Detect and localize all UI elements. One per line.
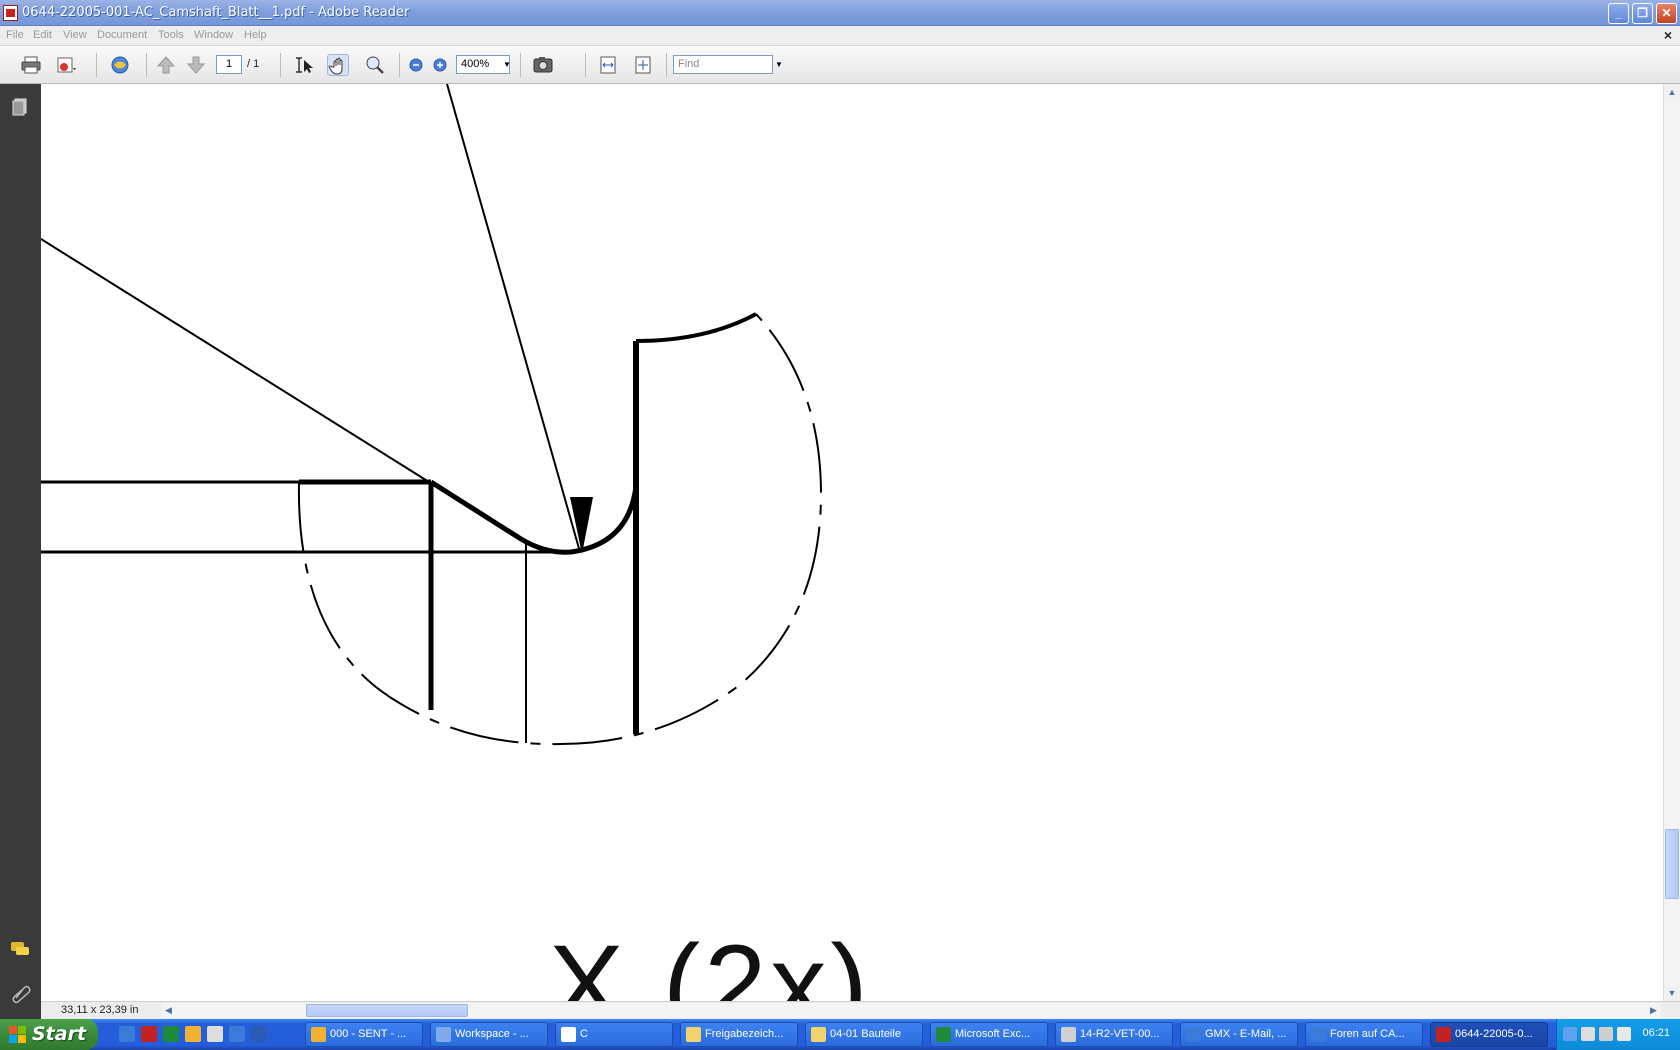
task-workspace[interactable]: Workspace - ... — [430, 1022, 548, 1047]
scroll-right-icon[interactable]: ▶ — [1646, 1003, 1661, 1018]
vertical-scrollbar[interactable]: ▲ ▼ — [1663, 84, 1680, 1001]
drawing-line — [41, 238, 430, 483]
menu-tools[interactable]: Tools — [158, 29, 184, 41]
adobe-reader-icon — [3, 5, 18, 21]
document-view[interactable]: X (2x) — [41, 84, 1663, 1001]
menu-help[interactable]: Help — [244, 29, 267, 41]
find-input[interactable]: Find — [673, 55, 773, 74]
minimize-button[interactable]: _ — [1608, 3, 1629, 24]
tray-app-icon[interactable] — [1599, 1027, 1613, 1041]
ie-icon — [1311, 1027, 1326, 1042]
scroll-up-icon[interactable]: ▲ — [1664, 84, 1680, 100]
menu-bar: File Edit View Document Tools Window Hel… — [0, 26, 1680, 46]
tray-security-icon[interactable] — [1617, 1027, 1631, 1041]
top-arc — [635, 312, 757, 343]
page-size-label: 33,11 x 23,39 in — [61, 1004, 139, 1016]
task-outlook[interactable]: 000 - SENT - ... — [305, 1022, 423, 1047]
fit-width-icon[interactable] — [597, 54, 619, 76]
menu-view[interactable]: View — [63, 29, 87, 41]
task-excel[interactable]: Microsoft Exc... — [930, 1022, 1048, 1047]
windows-logo-icon — [9, 1026, 26, 1043]
folder-icon — [686, 1027, 701, 1042]
start-label: Start — [32, 1023, 87, 1045]
adobe-reader-icon — [1436, 1027, 1451, 1042]
task-freigabe[interactable]: Freigabezeich... — [680, 1022, 798, 1047]
menu-window[interactable]: Window — [194, 29, 233, 41]
window-icon — [561, 1027, 576, 1042]
quicklaunch-outlook-icon[interactable] — [185, 1026, 201, 1042]
groove-profile — [429, 479, 639, 555]
pages-panel-icon[interactable] — [9, 96, 31, 118]
quicklaunch-word-icon[interactable] — [251, 1026, 267, 1042]
ie-icon — [1186, 1027, 1201, 1042]
zoom-tool-icon[interactable] — [364, 54, 386, 76]
quicklaunch-reader-icon[interactable] — [141, 1026, 157, 1042]
taskbar: Start 000 - SENT - ... Workspace - ... C… — [0, 1019, 1680, 1050]
task-gmx[interactable]: GMX - E-Mail, ... — [1180, 1022, 1298, 1047]
scroll-left-icon[interactable]: ◀ — [161, 1003, 176, 1018]
scroll-down-icon[interactable]: ▼ — [1664, 985, 1680, 1001]
hand-tool-icon[interactable] — [327, 54, 349, 76]
zoom-out-icon[interactable] — [405, 54, 427, 76]
select-text-icon[interactable] — [292, 54, 314, 76]
zoom-in-icon[interactable] — [429, 54, 451, 76]
navigation-panel — [0, 84, 41, 1019]
comments-panel-icon[interactable] — [9, 938, 31, 960]
system-tray: 06:21 — [1556, 1019, 1680, 1050]
status-bar: 33,11 x 23,39 in ◀ ▶ — [41, 1001, 1680, 1019]
horizontal-scroll-thumb[interactable] — [306, 1004, 468, 1017]
fit-page-icon[interactable] — [632, 54, 654, 76]
app-icon — [1061, 1027, 1076, 1042]
zoom-dropdown-icon[interactable]: ▼ — [502, 55, 512, 74]
horizontal-scrollbar[interactable]: ◀ ▶ — [161, 1003, 1661, 1018]
clock: 06:21 — [1642, 1027, 1670, 1039]
menu-file[interactable]: File — [6, 29, 24, 41]
quicklaunch-app-icon[interactable] — [207, 1026, 223, 1042]
email-pdf-icon[interactable] — [55, 54, 77, 76]
leader-line — [446, 84, 581, 553]
page-total: / 1 — [247, 58, 260, 70]
task-adobe-reader[interactable]: 0644-22005-0... — [1430, 1022, 1548, 1047]
vertical-scroll-thumb[interactable] — [1665, 829, 1679, 899]
menu-edit[interactable]: Edit — [33, 29, 52, 41]
workspace-icon — [436, 1027, 451, 1042]
title-bar: 0644-22005-001-AC_Camshaft_Blatt__1.pdf … — [0, 0, 1680, 26]
print-icon[interactable] — [20, 54, 42, 76]
adobe-reader-window: 0644-22005-001-AC_Camshaft_Blatt__1.pdf … — [0, 0, 1680, 1050]
tray-network-icon[interactable] — [1581, 1027, 1595, 1041]
toolbar: 1 / 1 400% ▼ Find ▼ — [0, 46, 1680, 84]
menu-document[interactable]: Document — [97, 29, 147, 41]
restore-button[interactable]: ❐ — [1632, 3, 1653, 24]
close-document-icon[interactable]: × — [1664, 27, 1672, 43]
task-bauteile[interactable]: 04-01 Bauteile — [805, 1022, 923, 1047]
task-c[interactable]: C — [555, 1022, 673, 1047]
folder-icon — [811, 1027, 826, 1042]
page-number-input[interactable]: 1 — [216, 55, 242, 74]
snapshot-icon[interactable] — [532, 54, 554, 76]
next-page-icon[interactable] — [185, 54, 207, 76]
quicklaunch-ie2-icon[interactable] — [229, 1026, 245, 1042]
detail-circle — [297, 313, 823, 746]
previous-page-icon[interactable] — [155, 54, 177, 76]
find-options-icon[interactable]: ▼ — [775, 55, 785, 74]
tray-expand-icon[interactable] — [1563, 1027, 1577, 1041]
view-label: X (2x) — [549, 922, 872, 1002]
close-button[interactable]: ✕ — [1656, 3, 1677, 24]
collaborate-icon[interactable] — [109, 54, 131, 76]
start-button[interactable]: Start — [0, 1019, 98, 1050]
task-vet[interactable]: 14-R2-VET-00... — [1055, 1022, 1173, 1047]
technical-drawing — [41, 84, 823, 746]
quicklaunch-excel-icon[interactable] — [163, 1026, 179, 1042]
outlook-icon — [311, 1027, 326, 1042]
quicklaunch-ie-icon[interactable] — [119, 1026, 135, 1042]
excel-icon — [936, 1027, 951, 1042]
task-foren[interactable]: Foren auf CA... — [1305, 1022, 1423, 1047]
window-title: 0644-22005-001-AC_Camshaft_Blatt__1.pdf … — [22, 5, 410, 20]
attachments-panel-icon[interactable] — [9, 982, 31, 1004]
